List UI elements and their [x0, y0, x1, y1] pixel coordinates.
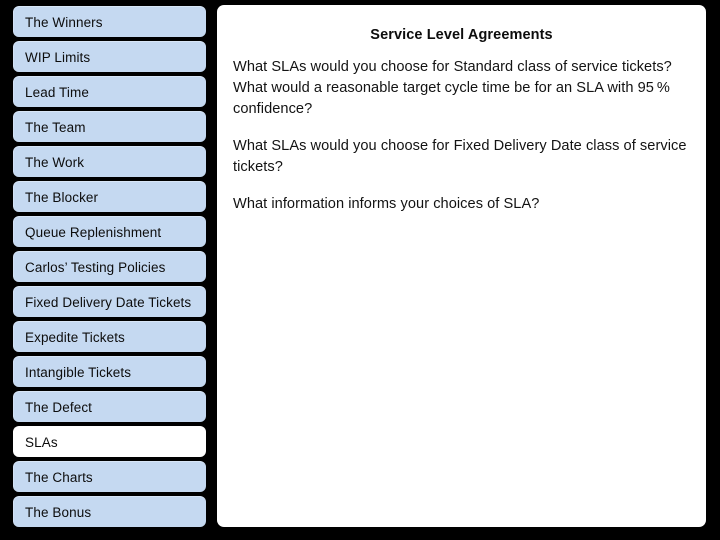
sidebar-item-label: Lead Time — [25, 84, 89, 100]
sidebar-item-label: The Winners — [25, 14, 103, 30]
sidebar-item-expedite-tickets[interactable]: Expedite Tickets — [13, 321, 206, 352]
sidebar-item-intangible-tickets[interactable]: Intangible Tickets — [13, 356, 206, 387]
sidebar-item-the-work[interactable]: The Work — [13, 146, 206, 177]
sidebar-item-label: Expedite Tickets — [25, 329, 125, 345]
sidebar-item-label: The Defect — [25, 399, 93, 415]
sidebar-item-lead-time[interactable]: Lead Time — [13, 76, 206, 107]
sidebar-item-label: Carlos’ Testing Policies — [25, 259, 166, 275]
content-panel: Service Level Agreements What SLAs would… — [217, 5, 706, 527]
sidebar-item-wip-limits[interactable]: WIP Limits — [13, 41, 206, 72]
sidebar-item-label: Fixed Delivery Date Tickets — [25, 294, 192, 310]
sidebar-item-label: Queue Replenishment — [25, 224, 162, 240]
sidebar-item-the-blocker[interactable]: The Blocker — [13, 181, 206, 212]
sidebar-item-the-charts[interactable]: The Charts — [13, 461, 206, 492]
sidebar-item-carlos-testing-policies[interactable]: Carlos’ Testing Policies — [13, 251, 206, 282]
sidebar-item-the-bonus[interactable]: The Bonus — [13, 496, 206, 527]
sidebar-item-label: The Charts — [25, 469, 93, 485]
sidebar-item-label: The Bonus — [25, 504, 92, 520]
sidebar-item-label: The Work — [25, 154, 85, 170]
page-title: Service Level Agreements — [370, 27, 553, 43]
sidebar-item-the-winners[interactable]: The Winners — [13, 6, 206, 37]
content-body: What SLAs would you choose for Standard … — [217, 57, 706, 215]
sidebar-item-label: The Team — [25, 119, 86, 135]
sidebar-item-fixed-delivery-date-tickets[interactable]: Fixed Delivery Date Tickets — [13, 286, 206, 317]
question-paragraph-2: What SLAs would you choose for Fixed Del… — [233, 138, 687, 175]
sidebar-item-label: SLAs — [25, 434, 58, 450]
question-paragraph-3: What information informs your choices of… — [233, 196, 540, 212]
sidebar-item-slas[interactable]: SLAs — [13, 426, 206, 457]
slide-root: The Winners WIP Limits Lead Time The Tea… — [0, 0, 720, 540]
sidebar-item-queue-replenishment[interactable]: Queue Replenishment — [13, 216, 206, 247]
sidebar-item-the-defect[interactable]: The Defect — [13, 391, 206, 422]
sidebar-item-the-team[interactable]: The Team — [13, 111, 206, 142]
sidebar-nav: The Winners WIP Limits Lead Time The Tea… — [13, 6, 206, 534]
question-paragraph-1: What SLAs would you choose for Standard … — [233, 59, 672, 117]
sidebar-item-label: The Blocker — [25, 189, 99, 205]
sidebar-item-label: Intangible Tickets — [25, 364, 132, 380]
sidebar-item-label: WIP Limits — [25, 49, 91, 65]
